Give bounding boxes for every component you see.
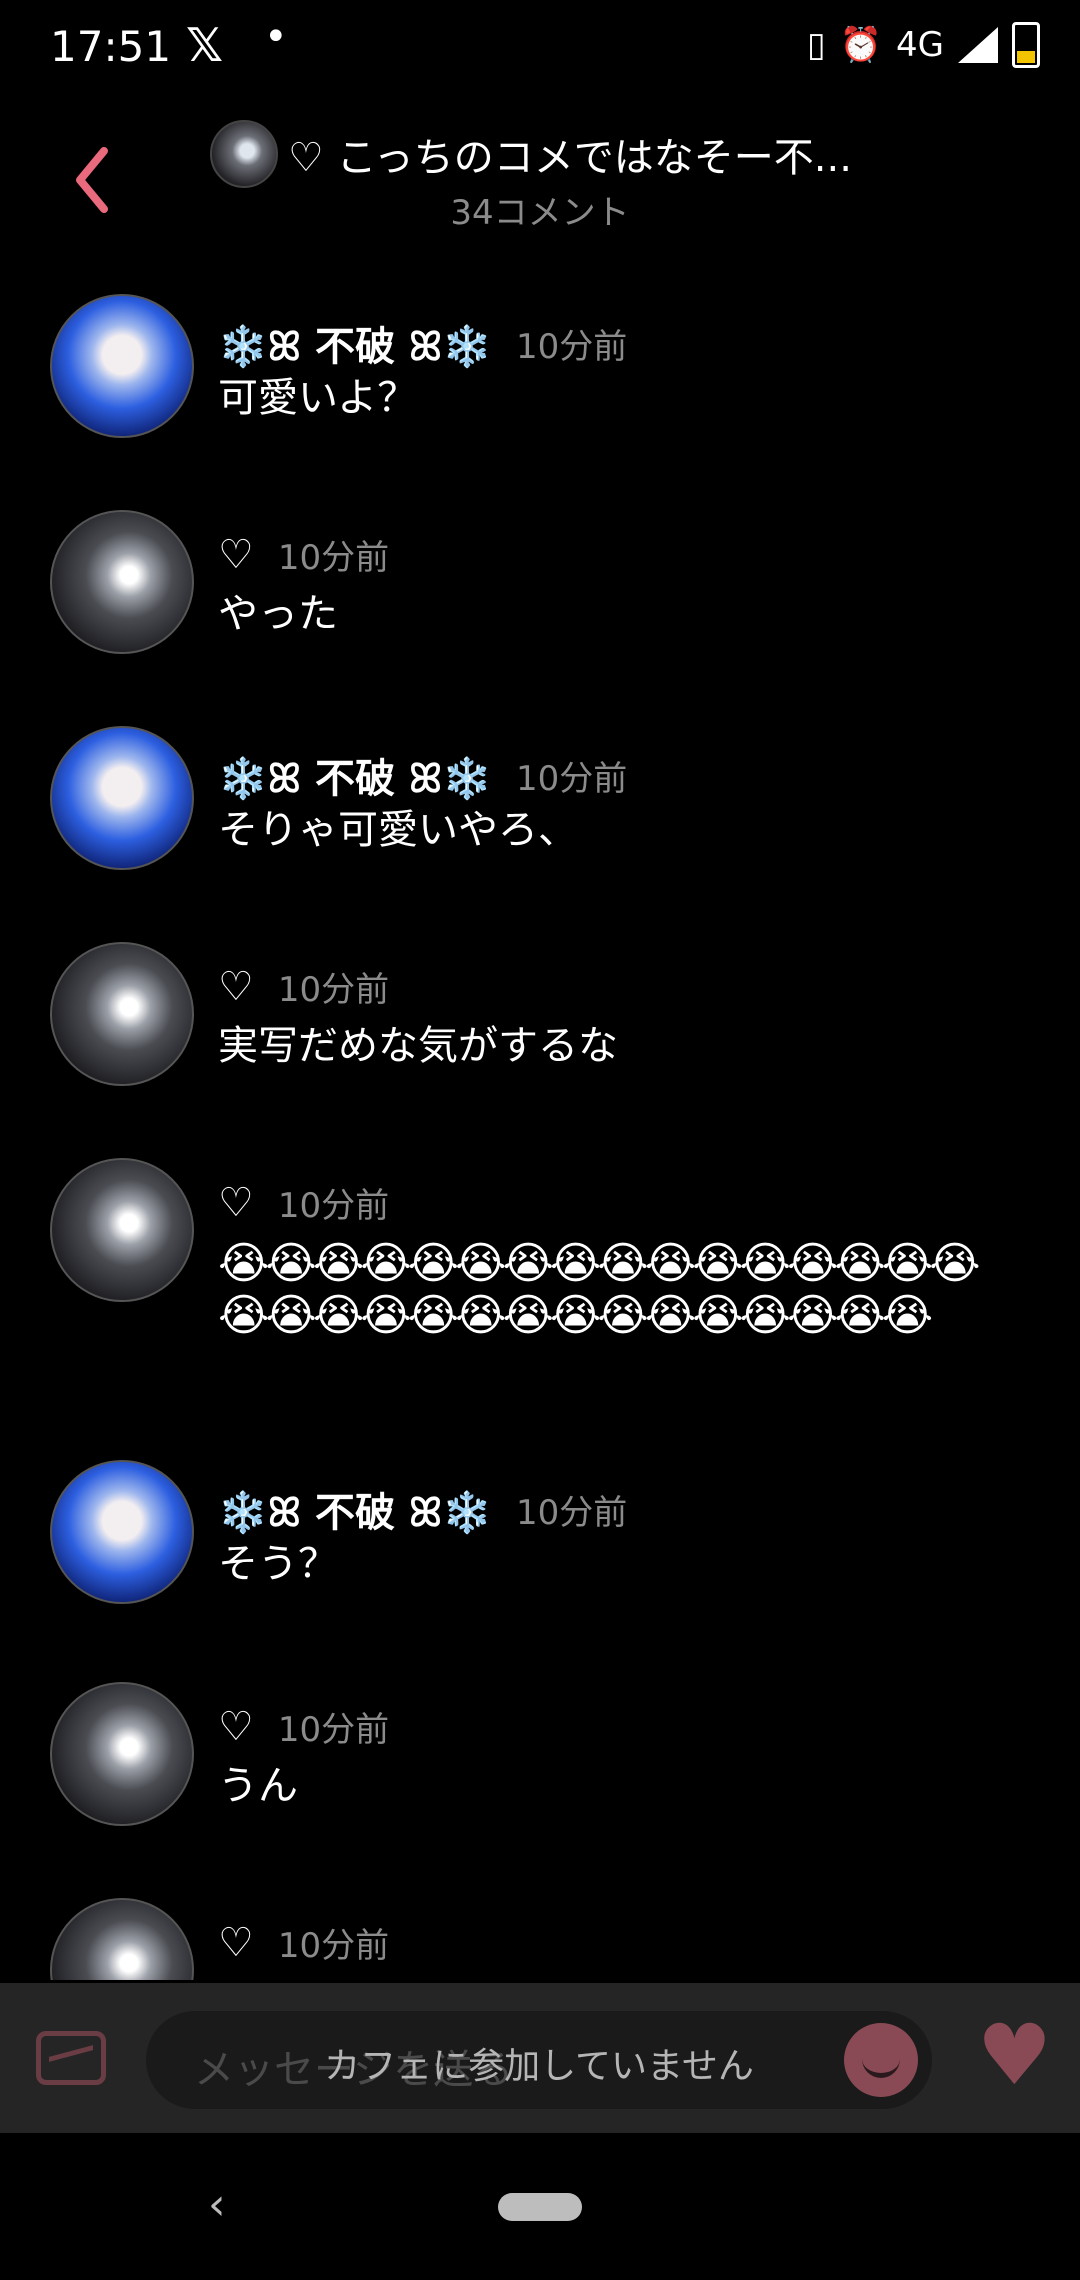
comment-text: やった	[218, 591, 338, 637]
avatar[interactable]	[50, 510, 194, 654]
avatar[interactable]	[50, 1682, 194, 1826]
avatar[interactable]	[50, 1460, 194, 1604]
comment-time: 10分前	[277, 538, 390, 578]
comment-count: 34コメント	[450, 193, 630, 233]
image-icon[interactable]	[36, 2031, 106, 2085]
author-name: ❄️ꕤ 不破 ꕤ❄️	[218, 1490, 493, 1536]
author-name: ❄️ꕤ 不破 ꕤ❄️	[218, 756, 493, 802]
comment-time: 10分前	[277, 970, 390, 1010]
comment-text: そりゃ可愛いやろ、	[218, 807, 578, 853]
notification-dot-icon: •	[264, 14, 288, 60]
avatar[interactable]	[50, 726, 194, 870]
nav-back-icon[interactable]: ‹	[208, 2179, 226, 2230]
author-name: ♡	[218, 531, 254, 578]
author-name: ♡	[218, 1703, 254, 1750]
comment-time: 10分前	[277, 1926, 390, 1966]
home-pill[interactable]	[498, 2193, 582, 2221]
comment-time: 10分前	[277, 1710, 390, 1750]
author-name: ♡	[218, 1179, 254, 1226]
comment-meta: ♡ 10分前	[218, 1178, 389, 1227]
message-input-bar: メッセージを送る カフェに参加していません ♥	[0, 1983, 1080, 2133]
comment-meta: ❄️ꕤ 不破 ꕤ❄️ 10分前	[218, 314, 627, 372]
comment-time: 10分前	[516, 326, 628, 367]
avatar[interactable]	[50, 294, 194, 438]
author-name: ♡	[218, 1919, 254, 1966]
comment-time: 10分前	[516, 1492, 628, 1533]
message-input[interactable]: メッセージを送る カフェに参加していません	[146, 2011, 932, 2109]
comment-meta: ♡ 10分前	[218, 962, 389, 1011]
x-app-icon: 𝕏	[186, 18, 224, 72]
comment-text: 実写だめな気がするな	[218, 1023, 618, 1069]
comment-time: 10分前	[516, 758, 628, 799]
comment-text: 😭😭😭😭😭😭😭😭😭😭😭😭😭😭😭😭😭😭😭😭😭😭😭😭😭😭😭😭😭😭😭	[218, 1238, 981, 1341]
comment-list[interactable]: ❄️ꕤ 不破 ꕤ❄️ 10分前 可愛いよ？ ♡ 10分前 やった ❄️ꕤ 不破 …	[0, 290, 1080, 1980]
author-name: ♡	[218, 963, 254, 1010]
status-bar: 17:51 𝕏 • ▯ ⏰ 4G	[0, 0, 1080, 90]
alarm-icon: ⏰	[839, 25, 883, 65]
system-nav-bar: ‹	[0, 2133, 1080, 2280]
comment-text: うん	[218, 1763, 298, 1809]
emoji-icon[interactable]	[844, 2023, 918, 2097]
signal-icon	[958, 27, 998, 63]
like-heart-icon[interactable]: ♥	[977, 2013, 1052, 2097]
chat-header: ♡ こっちのコメではなそー不... 34コメント	[0, 105, 1080, 235]
avatar[interactable]	[50, 1898, 194, 1980]
comment-meta: ❄️ꕤ 不破 ꕤ❄️ 10分前	[218, 746, 627, 804]
status-time: 17:51	[50, 22, 172, 71]
network-type: 4G	[896, 25, 944, 65]
not-joined-notice: カフェに参加していません	[324, 2046, 754, 2087]
comment-meta: ♡ 10分前	[218, 1702, 389, 1751]
comment-time: 10分前	[277, 1186, 390, 1226]
author-name: ❄️ꕤ 不破 ꕤ❄️	[218, 324, 493, 370]
status-icons: ▯ ⏰ 4G	[807, 22, 1040, 68]
comment-meta: ♡ 10分前	[218, 530, 389, 579]
comment-text: そう？	[218, 1541, 338, 1587]
comment-text: 可愛いよ？	[218, 375, 418, 421]
thread-avatar[interactable]	[210, 120, 278, 188]
battery-icon	[1012, 22, 1040, 68]
thread-title[interactable]: ♡ こっちのコメではなそー不...	[288, 125, 852, 183]
avatar[interactable]	[50, 1158, 194, 1302]
comment-meta: ♡ 10分前	[218, 1918, 389, 1967]
comment-meta: ❄️ꕤ 不破 ꕤ❄️ 10分前	[218, 1480, 627, 1538]
vibrate-icon: ▯	[806, 25, 826, 65]
avatar[interactable]	[50, 942, 194, 1086]
